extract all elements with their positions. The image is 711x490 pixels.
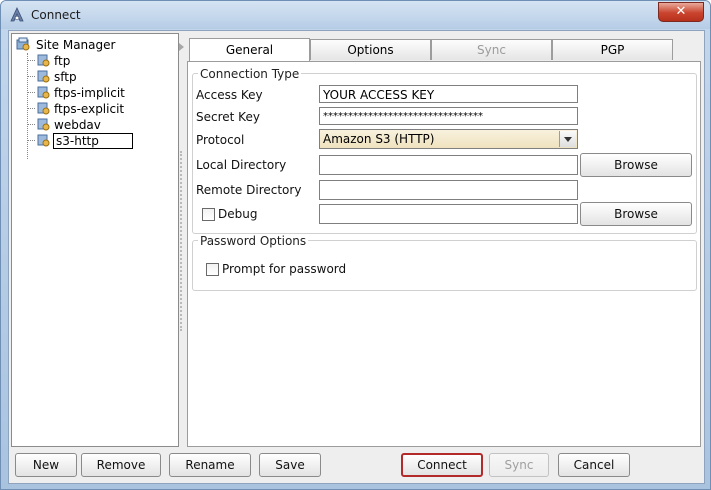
prompt-password-checkbox[interactable] bbox=[206, 263, 219, 276]
site-icon bbox=[37, 118, 50, 131]
site-icon bbox=[37, 134, 50, 147]
sync-button: Sync bbox=[489, 453, 549, 477]
remote-directory-input[interactable] bbox=[319, 180, 578, 200]
site-icon bbox=[37, 54, 50, 67]
panel-splitter[interactable] bbox=[179, 33, 185, 445]
title-bar[interactable]: Connect ✕ bbox=[1, 1, 710, 29]
local-directory-label: Local Directory bbox=[196, 158, 287, 172]
tree-item-label: ftp bbox=[54, 54, 71, 68]
tree-item-label: webdav bbox=[54, 118, 101, 132]
close-window-button[interactable]: ✕ bbox=[658, 2, 704, 22]
general-tab-panel: Connection Type Access Key YOUR ACCESS K… bbox=[187, 61, 701, 447]
tree-item-label: ftps-explicit bbox=[54, 102, 125, 116]
tree-root-label: Site Manager bbox=[36, 38, 116, 52]
save-button[interactable]: Save bbox=[259, 453, 321, 477]
chevron-down-icon[interactable] bbox=[559, 131, 576, 147]
local-directory-input[interactable] bbox=[319, 155, 578, 175]
debug-path-input[interactable] bbox=[319, 204, 578, 224]
connection-type-title: Connection Type bbox=[198, 67, 302, 81]
remote-directory-label: Remote Directory bbox=[196, 183, 302, 197]
tab-general[interactable]: General bbox=[189, 38, 310, 61]
remove-site-button[interactable]: Remove bbox=[81, 453, 161, 477]
site-icon bbox=[37, 86, 50, 99]
tree-item-label: sftp bbox=[54, 70, 77, 84]
tab-pgp[interactable]: PGP bbox=[552, 39, 673, 60]
new-site-button[interactable]: New bbox=[15, 453, 77, 477]
debug-checkbox[interactable] bbox=[202, 208, 215, 221]
app-logo-icon bbox=[10, 7, 24, 22]
site-icon bbox=[37, 70, 50, 83]
tree-connector-branch bbox=[27, 92, 35, 93]
password-options-title: Password Options bbox=[198, 234, 309, 248]
splitter-grip bbox=[180, 151, 184, 331]
prompt-password-label: Prompt for password bbox=[222, 262, 347, 276]
protocol-selected-value: Amazon S3 (HTTP) bbox=[323, 132, 435, 146]
access-key-label: Access Key bbox=[196, 88, 263, 102]
browse-debug-button[interactable]: Browse bbox=[580, 202, 692, 226]
tree-connector-branch bbox=[27, 108, 35, 109]
protocol-select[interactable]: Amazon S3 (HTTP) bbox=[319, 129, 578, 149]
secret-key-label: Secret Key bbox=[196, 110, 260, 124]
tree-connector bbox=[27, 53, 28, 159]
debug-label: Debug bbox=[218, 207, 258, 221]
close-icon: ✕ bbox=[675, 4, 687, 19]
browse-local-button[interactable]: Browse bbox=[580, 153, 692, 177]
connect-window: Connect ✕ Site Manager ftp sftp ftps-imp… bbox=[0, 0, 711, 490]
site-tree[interactable]: Site Manager ftp sftp ftps-implicit ftps… bbox=[11, 33, 179, 447]
window-title: Connect bbox=[31, 8, 81, 22]
rename-site-button[interactable]: Rename bbox=[169, 453, 251, 477]
tab-sync: Sync bbox=[431, 39, 552, 60]
tree-connector-branch bbox=[27, 76, 35, 77]
tree-item-rename-field[interactable]: s3-http bbox=[53, 133, 133, 149]
tree-connector-branch bbox=[27, 140, 35, 141]
cancel-button[interactable]: Cancel bbox=[558, 453, 630, 477]
tree-connector-branch bbox=[27, 60, 35, 61]
site-manager-icon bbox=[16, 37, 30, 51]
collapse-arrow-icon[interactable] bbox=[179, 43, 184, 51]
tree-connector-branch bbox=[27, 124, 35, 125]
secret-key-input[interactable]: ******************************** bbox=[319, 107, 578, 125]
tab-options[interactable]: Options bbox=[310, 39, 431, 60]
tree-item-label: ftps-implicit bbox=[54, 86, 125, 100]
connect-button[interactable]: Connect bbox=[401, 453, 483, 477]
access-key-input[interactable]: YOUR ACCESS KEY bbox=[319, 85, 578, 103]
dialog-body: Site Manager ftp sftp ftps-implicit ftps… bbox=[8, 30, 705, 484]
protocol-label: Protocol bbox=[196, 133, 245, 147]
site-icon bbox=[37, 102, 50, 115]
